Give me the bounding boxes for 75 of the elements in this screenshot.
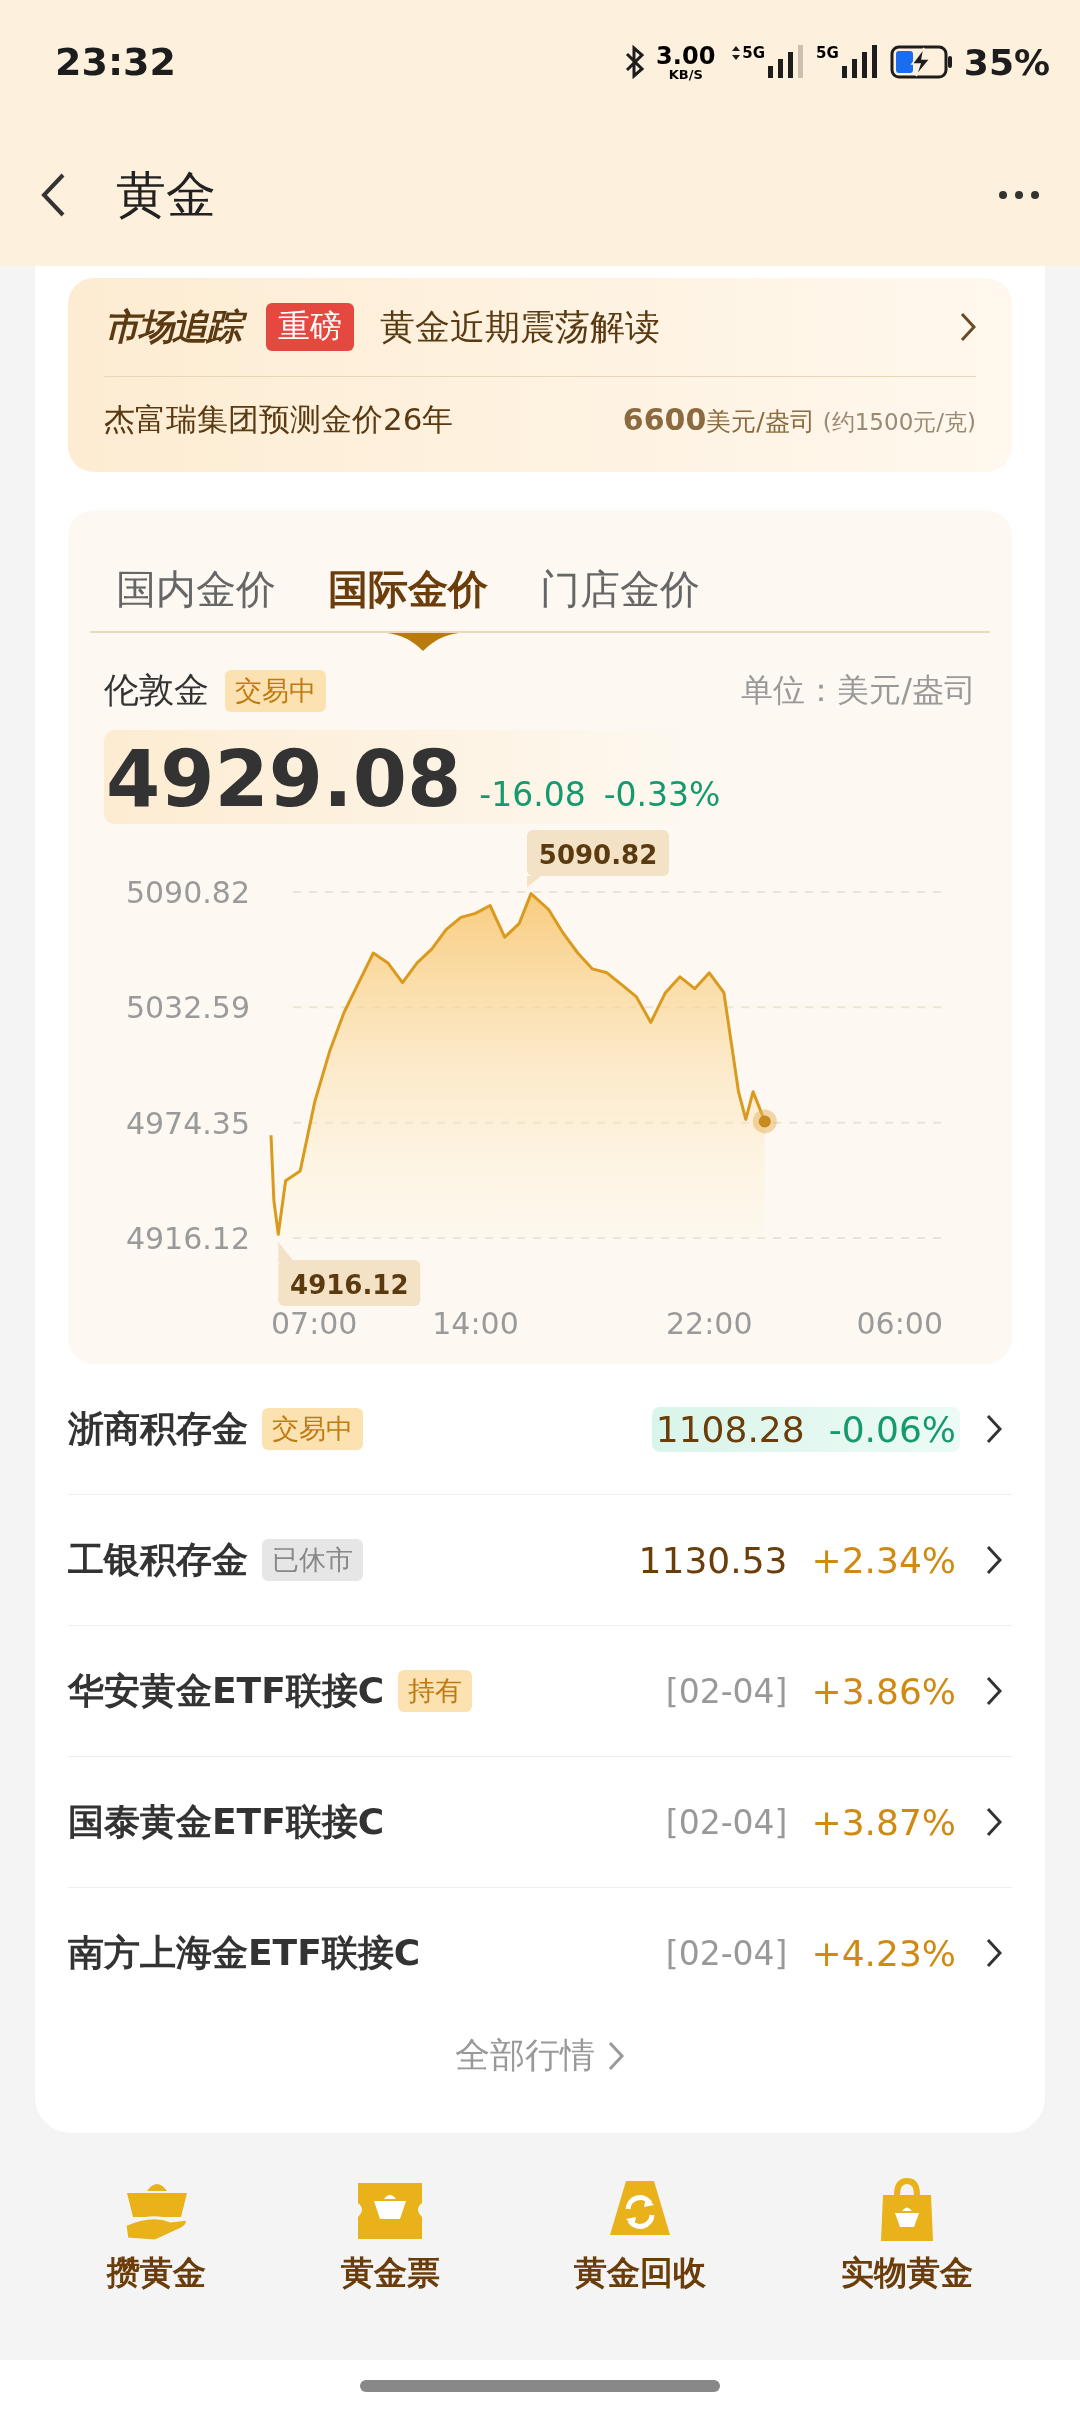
product-date: [02-04] [665,1671,788,1711]
product-price: 1130.53 [638,1539,788,1581]
x-tick-label: 14:00 [432,1306,519,1341]
status-tag: 已休市 [262,1539,363,1581]
chevron-icon [960,312,976,342]
x-tick-label: 07:00 [271,1306,358,1341]
hot-badge: 重磅 [266,303,354,351]
network-type: 5G [816,44,839,62]
y-tick-label: 4916.12 [125,1221,250,1256]
product-change: +3.87% [811,1801,956,1843]
last-price-marker [752,1109,777,1134]
forecast-value: 6600 [622,402,707,437]
network-speed: 3.00 [656,43,716,68]
data-arrows-icon [731,44,742,62]
forecast-text: 杰富瑞集团预测金价26年 [104,400,454,439]
y-tick-label: 5032.59 [125,990,250,1026]
product-row[interactable]: 华安黄金ETF联接C 持有 [02-04] +3.86% [68,1626,1012,1757]
price-tab[interactable]: 国内金价 [116,562,276,617]
y-tick-label: 4974.35 [125,1105,250,1141]
x-tick-label: 22:00 [666,1306,753,1341]
min-price-callout: 4916.12 [278,1242,421,1306]
product-change: -0.06% [828,1408,956,1450]
percent-change: -0.33% [603,775,721,814]
network-type: 5G [742,44,766,62]
product-row[interactable]: 国泰黄金ETF联接C [02-04] +3.87% [68,1757,1012,1888]
news-headline: 黄金近期震荡解读 [380,305,660,349]
brand-logo: 市场追踪 [104,301,248,353]
product-change: +4.23% [811,1932,956,1974]
chevron-icon [607,2039,625,2072]
forecast-unit: 美元/盎司 [706,406,815,438]
product-name: 工银积存金 [68,1537,248,1582]
unit-label: 单位：美元/盎司 [741,669,976,711]
price-tab[interactable]: 国际金价 [328,562,488,617]
product-name: 浙商积存金 [68,1406,248,1451]
product-date: [02-04] [665,1933,788,1973]
product-name: 南方上海金ETF联接C [68,1930,421,1975]
forecast-note: (约1500元/克) [822,408,976,437]
speed-unit: KB/S [668,67,703,81]
price-tab[interactable]: 门店金价 [540,562,700,617]
quote-name: 伦敦金 [104,669,209,712]
tab-indicator-icon [387,633,459,653]
current-price: 4929.08 [106,734,462,824]
chevron-icon [986,1676,1002,1706]
product-change: +3.86% [811,1670,956,1712]
signal-icon [839,44,880,80]
status-tag: 持有 [398,1670,473,1712]
x-tick-label: 06:00 [856,1306,943,1341]
nav-item[interactable]: 黄金票 [340,2175,440,2296]
product-date: [02-04] [665,1802,788,1842]
status-tag: 交易中 [262,1408,363,1450]
status-time: 23:32 [55,40,176,84]
bluetooth-icon [624,45,647,79]
nav-item[interactable]: 实物黄金 [840,2175,973,2296]
product-name: 国泰黄金ETF联接C [68,1799,385,1844]
page-title: 黄金 [116,164,216,226]
nav-item[interactable]: 黄金回收 [574,2175,707,2296]
more-icon[interactable] [998,190,1040,200]
chevron-icon [986,1414,1002,1444]
battery-level: 35% [963,41,1050,83]
chevron-icon [986,1807,1002,1837]
price-change: -16.08 [479,775,586,814]
product-name: 华安黄金ETF联接C [68,1668,385,1713]
chevron-icon [986,1938,1002,1968]
chevron-icon [986,1545,1002,1575]
news-card[interactable]: 市场追踪 重磅 黄金近期震荡解读 杰富瑞集团预测金价26年 6600美元/盎司 (约1500元/克) [68,278,1012,472]
status-tag: 交易中 [225,669,326,712]
product-row[interactable]: 南方上海金ETF联接C [02-04] +4.23% [68,1888,1012,2018]
product-row[interactable]: 工银积存金 已休市 1130.53 +2.34% [68,1495,1012,1626]
product-row[interactable]: 浙商积存金 交易中 1108.28 -0.06% [68,1364,1012,1495]
y-tick-label: 5090.82 [125,875,250,910]
back-icon[interactable] [40,172,66,218]
max-price-callout: 5090.82 [527,830,670,888]
product-price: 1108.28 [655,1408,805,1450]
product-change: +2.34% [811,1539,956,1581]
nav-item[interactable]: 攒黄金 [107,2175,207,2296]
